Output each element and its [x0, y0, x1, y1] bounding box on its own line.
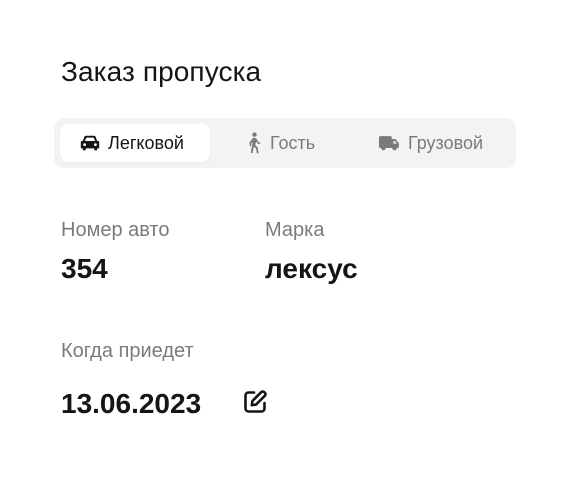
tab-car[interactable]: Легковой — [60, 124, 210, 162]
truck-icon — [378, 135, 400, 151]
tab-truck-label: Грузовой — [408, 132, 484, 153]
arrival-date-value: 13.06.2023 — [61, 388, 202, 419]
plate-label: Номер авто — [61, 219, 170, 241]
arrival-label: Когда приедет — [61, 340, 194, 362]
brand-label: Марка — [265, 219, 325, 241]
tab-guest[interactable]: Гость — [240, 124, 350, 162]
brand-value: лексус — [265, 253, 358, 284]
tab-truck[interactable]: Грузовой — [374, 124, 506, 162]
walking-person-icon — [246, 132, 262, 154]
vehicle-type-switch: Легковой Гость Грузовой — [54, 118, 516, 168]
tab-car-label: Легковой — [108, 132, 184, 153]
plate-value: 354 — [61, 253, 108, 284]
edit-date-button[interactable] — [241, 389, 268, 420]
page-title: Заказ пропуска — [61, 56, 262, 87]
car-icon — [80, 135, 100, 151]
edit-icon — [242, 389, 268, 420]
tab-guest-label: Гость — [270, 132, 316, 153]
